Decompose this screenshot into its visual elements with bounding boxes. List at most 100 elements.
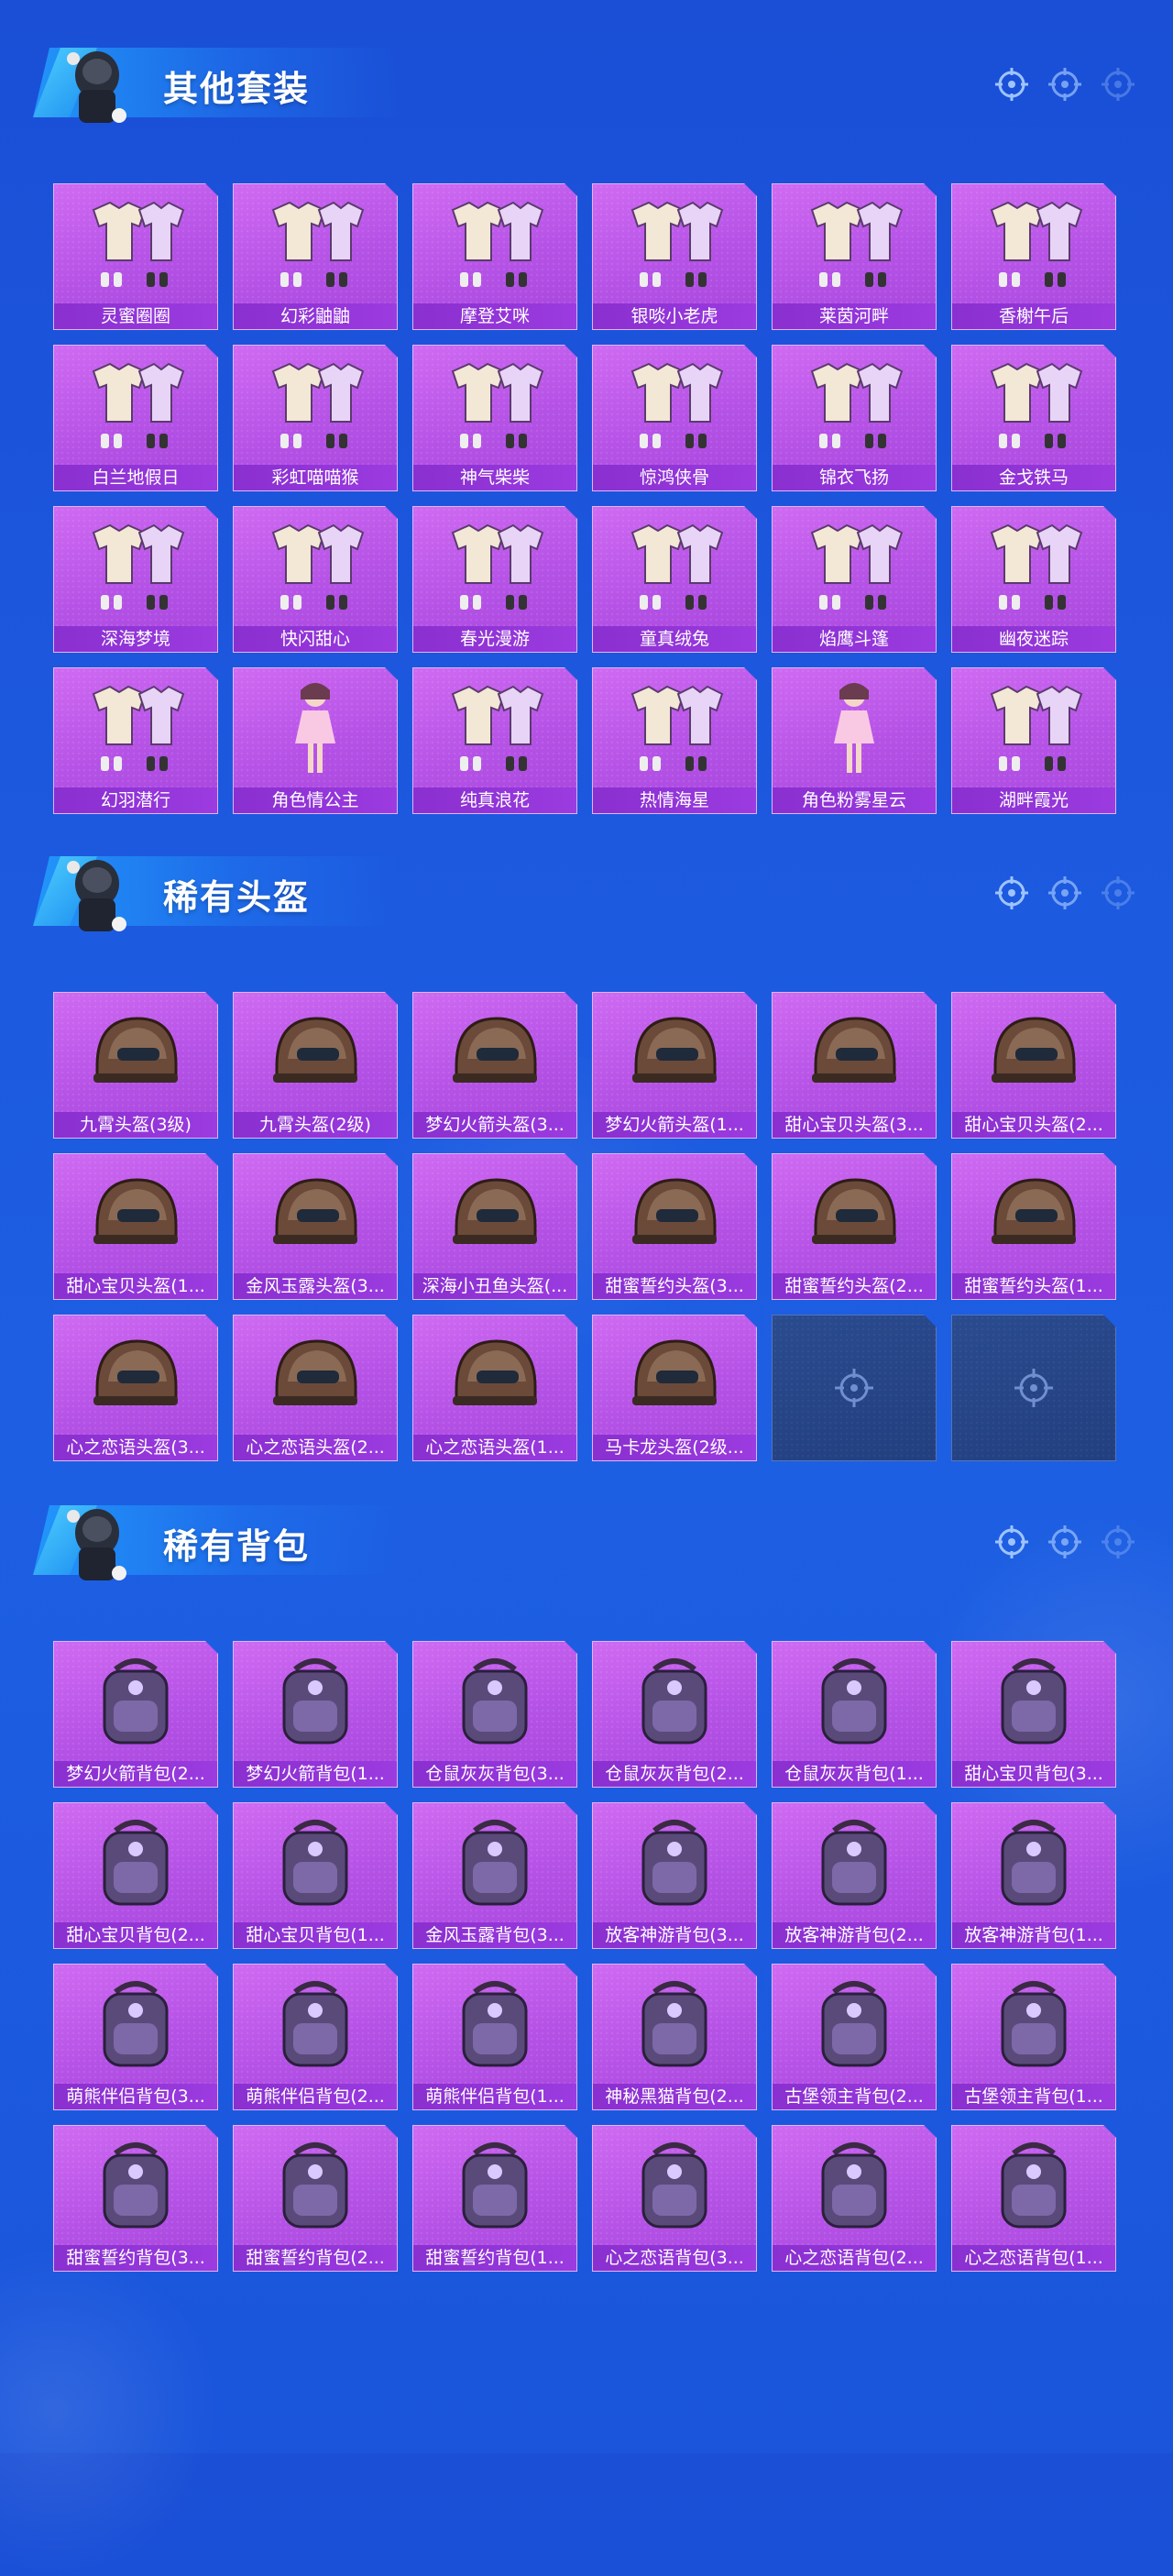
item-card[interactable]: 纯真浪花	[412, 667, 577, 814]
item-label: 白兰地假日	[54, 465, 217, 490]
item-card[interactable]: 甜心宝贝背包(2...	[53, 1802, 218, 1949]
item-card[interactable]: 春光漫游	[412, 506, 577, 653]
item-card[interactable]: 锦衣飞扬	[772, 345, 937, 491]
item-card[interactable]: 心之恋语背包(3...	[592, 2125, 757, 2272]
item-card[interactable]: 九霄头盔(3级)	[53, 992, 218, 1139]
item-card[interactable]: 梦幻火箭头盔(3...	[412, 992, 577, 1139]
item-card[interactable]: 古堡领主背包(1...	[951, 1964, 1116, 2110]
item-card[interactable]: 快闪甜心	[233, 506, 398, 653]
item-card[interactable]: 仓鼠灰灰背包(1...	[772, 1641, 937, 1788]
item-card[interactable]: 心之恋语背包(1...	[951, 2125, 1116, 2272]
item-card[interactable]: 梦幻火箭头盔(1...	[592, 992, 757, 1139]
backpack-icon	[799, 1812, 909, 1915]
item-card[interactable]: 放客神游背包(3...	[592, 1802, 757, 1949]
item-card[interactable]: 银啖小老虎	[592, 183, 757, 330]
outfit-icon	[619, 516, 729, 619]
item-card[interactable]: 摩登艾咪	[412, 183, 577, 330]
item-card[interactable]: 萌熊伴侣背包(1...	[412, 1964, 577, 2110]
crosshair-icon	[1102, 1525, 1135, 1558]
character-icon	[260, 677, 370, 780]
item-card[interactable]: 角色粉雾星云	[772, 667, 937, 814]
item-card[interactable]: 心之恋语头盔(2...	[233, 1315, 398, 1461]
item-card[interactable]: 热情海星	[592, 667, 757, 814]
item-card[interactable]: 神气柴柴	[412, 345, 577, 491]
item-label: 梦幻火箭背包(1...	[234, 1761, 397, 1787]
item-card[interactable]: 甜心宝贝头盔(1...	[53, 1153, 218, 1300]
item-card[interactable]: 放客神游背包(2...	[772, 1802, 937, 1949]
item-card[interactable]: 甜蜜誓约头盔(3...	[592, 1153, 757, 1300]
item-card[interactable]: 童真绒兔	[592, 506, 757, 653]
item-card[interactable]: 幽夜迷踪	[951, 506, 1116, 653]
outfit-icon	[799, 193, 909, 296]
item-card[interactable]: 角色情公主	[233, 667, 398, 814]
item-card[interactable]: 梦幻火箭背包(1...	[233, 1641, 398, 1788]
item-card[interactable]: 幻彩鼬鼬	[233, 183, 398, 330]
item-card[interactable]: 萌熊伴侣背包(3...	[53, 1964, 218, 2110]
item-card[interactable]: 金戈铁马	[951, 345, 1116, 491]
item-label: 纯真浪花	[413, 787, 576, 813]
item-card[interactable]: 仓鼠灰灰背包(3...	[412, 1641, 577, 1788]
item-card[interactable]: 灵蜜圈圈	[53, 183, 218, 330]
item-card[interactable]: 甜心宝贝头盔(3...	[772, 992, 937, 1139]
outfit-icon	[440, 355, 550, 457]
helmet-icon	[619, 1163, 729, 1266]
item-card[interactable]: 萌熊伴侣背包(2...	[233, 1964, 398, 2110]
item-card[interactable]: 九霄头盔(2级)	[233, 992, 398, 1139]
item-card[interactable]: 湖畔霞光	[951, 667, 1116, 814]
section-header: 稀有头盔	[0, 836, 1173, 937]
item-label: 热情海星	[593, 787, 756, 813]
item-card[interactable]: 马卡龙头盔(2级...	[592, 1315, 757, 1461]
item-label: 神秘黑猫背包(2...	[593, 2084, 756, 2109]
section-outfits: 其他套装 灵蜜圈圈 幻彩鼬鼬 摩登艾咪 银啖小老虎 莱茵河畔 香榭午后 白兰地假日 彩虹喵喵猴…	[0, 28, 1173, 128]
item-card[interactable]: 甜蜜誓约背包(1...	[412, 2125, 577, 2272]
item-card[interactable]: 甜心宝贝头盔(2...	[951, 992, 1116, 1139]
item-card[interactable]: 甜蜜誓约头盔(2...	[772, 1153, 937, 1300]
item-card[interactable]: 莱茵河畔	[772, 183, 937, 330]
item-label: 甜心宝贝头盔(1...	[54, 1273, 217, 1299]
backpack-icon	[440, 1974, 550, 2076]
item-label: 心之恋语头盔(2...	[234, 1435, 397, 1460]
backpack-icon	[260, 2135, 370, 2238]
mascot-icon	[67, 1509, 126, 1580]
item-card[interactable]: 甜心宝贝背包(3...	[951, 1641, 1116, 1788]
item-card[interactable]: 彩虹喵喵猴	[233, 345, 398, 491]
item-label: 仓鼠灰灰背包(2...	[593, 1761, 756, 1787]
item-card[interactable]: 深海梦境	[53, 506, 218, 653]
outfit-icon	[81, 193, 191, 296]
item-label: 甜蜜誓约背包(1...	[413, 2245, 576, 2271]
item-card[interactable]: 金风玉露头盔(3...	[233, 1153, 398, 1300]
item-card[interactable]: 深海小丑鱼头盔(...	[412, 1153, 577, 1300]
item-card[interactable]: 心之恋语头盔(1...	[412, 1315, 577, 1461]
item-card[interactable]: 甜心宝贝背包(1...	[233, 1802, 398, 1949]
item-card[interactable]: 金风玉露背包(3...	[412, 1802, 577, 1949]
item-label: 心之恋语头盔(1...	[413, 1435, 576, 1460]
item-card[interactable]: 甜蜜誓约背包(3...	[53, 2125, 218, 2272]
item-label: 甜蜜誓约背包(3...	[54, 2245, 217, 2271]
helmet-icon	[81, 1002, 191, 1105]
item-card[interactable]: 仓鼠灰灰背包(2...	[592, 1641, 757, 1788]
item-card[interactable]: 心之恋语头盔(3...	[53, 1315, 218, 1461]
item-label: 甜心宝贝背包(2...	[54, 1922, 217, 1948]
item-card[interactable]: 心之恋语背包(2...	[772, 2125, 937, 2272]
section-title: 其他套装	[163, 71, 311, 109]
item-card[interactable]: 幻羽潜行	[53, 667, 218, 814]
outfit-icon	[619, 355, 729, 457]
item-label: 甜蜜誓约头盔(2...	[773, 1273, 936, 1299]
item-card[interactable]: 古堡领主背包(2...	[772, 1964, 937, 2110]
item-card[interactable]: 甜蜜誓约背包(2...	[233, 2125, 398, 2272]
backpack-icon	[619, 1651, 729, 1754]
backpack-icon	[799, 1651, 909, 1754]
item-card[interactable]: 神秘黑猫背包(2...	[592, 1964, 757, 2110]
empty-slot	[951, 1315, 1116, 1461]
item-card[interactable]: 惊鸿侠骨	[592, 345, 757, 491]
item-card[interactable]: 白兰地假日	[53, 345, 218, 491]
item-card[interactable]: 梦幻火箭背包(2...	[53, 1641, 218, 1788]
item-card[interactable]: 焰鹰斗篷	[772, 506, 937, 653]
item-card[interactable]: 香榭午后	[951, 183, 1116, 330]
item-label: 角色粉雾星云	[773, 787, 936, 813]
item-label: 神气柴柴	[413, 465, 576, 490]
item-card[interactable]: 甜蜜誓约头盔(1...	[951, 1153, 1116, 1300]
helmet-icon	[799, 1163, 909, 1266]
item-card[interactable]: 放客神游背包(1...	[951, 1802, 1116, 1949]
item-label: 梦幻火箭头盔(1...	[593, 1112, 756, 1138]
